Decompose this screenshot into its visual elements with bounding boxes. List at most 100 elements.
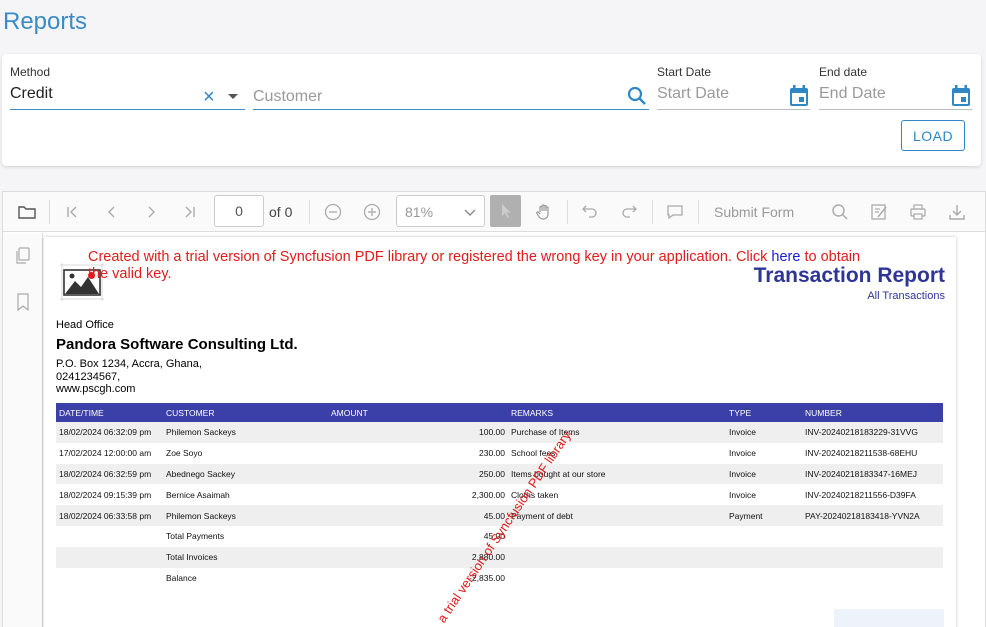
table-row: 18/02/2024 06:32:59 pm Abednego Sackey 2… xyxy=(56,463,943,485)
table-cell: 18/02/2024 06:32:09 pm xyxy=(56,422,163,443)
table-row: 18/02/2024 06:32:09 pm Philemon Sackeys … xyxy=(56,422,943,443)
start-date-underline xyxy=(657,109,810,110)
table-cell: Invoice xyxy=(729,448,756,459)
company-block: Head Office Pandora Software Consulting … xyxy=(56,319,298,396)
chevron-down-icon xyxy=(464,205,476,221)
calendar-icon[interactable] xyxy=(789,85,809,112)
table-cell: 100.00 xyxy=(328,422,508,443)
total-pages-label: of 0 xyxy=(269,204,293,220)
end-date-field[interactable]: End date End Date xyxy=(819,65,972,111)
zoom-select[interactable]: 81% xyxy=(396,195,485,227)
trial-notice: Created with a trial version of Syncfusi… xyxy=(88,249,868,283)
toolbar-divider xyxy=(652,200,653,224)
customer-field[interactable]: Customer xyxy=(253,65,649,111)
pdf-page: Created with a trial version of Syncfusi… xyxy=(44,237,956,627)
load-button[interactable]: LOAD xyxy=(901,120,965,151)
text-select-tool-icon[interactable] xyxy=(490,195,521,227)
table-cell: Invoice xyxy=(726,463,802,485)
table-cell: INV-20240218183347-16MEJ xyxy=(802,463,943,485)
customer-underline xyxy=(253,109,649,110)
report-subtitle: All Transactions xyxy=(867,290,945,302)
table-cell: Cloths taken xyxy=(511,489,559,500)
table-cell: Purchase of Items xyxy=(508,422,726,443)
trial-notice-link[interactable]: here xyxy=(771,249,800,265)
filter-panel: Method Credit × Customer Start Date Star… xyxy=(2,54,981,166)
zoom-value: 81% xyxy=(405,204,434,220)
clear-icon[interactable]: × xyxy=(203,87,215,107)
calendar-icon[interactable] xyxy=(951,85,971,112)
zoom-in-icon[interactable] xyxy=(361,201,383,223)
toolbar-divider xyxy=(309,200,310,224)
table-cell: Zoe Soyo xyxy=(166,448,203,459)
zoom-out-icon[interactable] xyxy=(322,201,344,223)
report-title: Transaction Report xyxy=(753,264,945,287)
head-office-label: Head Office xyxy=(56,319,114,331)
download-icon[interactable] xyxy=(946,201,968,223)
table-cell: 230.00 xyxy=(479,448,505,459)
print-icon[interactable] xyxy=(907,201,929,223)
search-icon[interactable] xyxy=(626,85,648,112)
table-cell: Invoice xyxy=(726,422,802,443)
redo-icon[interactable] xyxy=(618,201,640,223)
start-date-field[interactable]: Start Date Start Date xyxy=(657,65,810,111)
pdf-toolbar: 0 of 0 81% Submit Form xyxy=(3,192,985,232)
company-name: Pandora Software Consulting Ltd. xyxy=(56,336,298,353)
column-header: REMARKS xyxy=(508,403,726,422)
table-cell: 18/02/2024 09:15:39 pm xyxy=(59,489,152,500)
page-thumbnails-icon[interactable] xyxy=(12,245,34,267)
end-date-underline xyxy=(819,109,972,110)
table-cell: Invoice xyxy=(729,489,756,500)
toolbar-divider xyxy=(49,200,50,224)
table-cell: 18/02/2024 06:33:58 pm xyxy=(56,505,163,526)
method-select[interactable]: Method Credit × xyxy=(10,65,245,111)
previous-page-icon[interactable] xyxy=(101,201,123,223)
method-underline xyxy=(10,109,245,110)
transactions-table: DATE/TIME CUSTOMER AMOUNT REMARKS TYPE N… xyxy=(56,403,943,588)
column-header: DATE/TIME xyxy=(56,403,163,422)
current-page-input[interactable]: 0 xyxy=(214,195,264,227)
customer-input[interactable]: Customer xyxy=(253,88,322,106)
annotation-icon[interactable] xyxy=(868,201,890,223)
address-line: P.O. Box 1234, Accra, Ghana, xyxy=(56,358,202,370)
method-label: Method xyxy=(10,65,51,79)
summary-label: Total Invoices xyxy=(163,546,328,568)
end-date-input[interactable]: End Date xyxy=(819,85,886,103)
comment-icon[interactable] xyxy=(664,201,686,223)
table-cell: 2,300.00 xyxy=(471,489,505,500)
table-cell: Abednego Sackey xyxy=(163,463,328,485)
start-date-label: Start Date xyxy=(657,65,712,79)
table-cell: 45.00 xyxy=(328,505,508,526)
page-title: Reports xyxy=(3,8,88,35)
search-icon[interactable] xyxy=(829,201,851,223)
column-header: TYPE xyxy=(726,403,802,422)
summary-value: 45.00 xyxy=(483,531,505,542)
first-page-icon[interactable] xyxy=(61,201,83,223)
trial-notice-text: Created with a trial version of Syncfusi… xyxy=(88,249,772,265)
website-line: www.pscgh.com xyxy=(56,383,136,395)
column-header: AMOUNT xyxy=(328,403,508,422)
start-date-input[interactable]: Start Date xyxy=(657,85,729,103)
open-folder-icon[interactable] xyxy=(16,201,38,223)
end-date-label: End date xyxy=(819,65,868,79)
chevron-down-icon[interactable] xyxy=(228,94,238,99)
table-header-row: DATE/TIME CUSTOMER AMOUNT REMARKS TYPE N… xyxy=(56,403,943,422)
pan-tool-icon[interactable] xyxy=(533,201,555,223)
summary-label: Balance xyxy=(166,572,197,583)
last-page-icon[interactable] xyxy=(179,201,201,223)
column-header: CUSTOMER xyxy=(163,403,328,422)
table-cell: Philemon Sackeys xyxy=(163,422,328,443)
footer-box xyxy=(834,609,944,627)
table-cell: 17/02/2024 12:00:00 am xyxy=(59,448,152,459)
table-cell: INV-20240218211556-D39FA xyxy=(805,489,916,500)
next-page-icon[interactable] xyxy=(140,201,162,223)
toolbar-divider xyxy=(698,200,699,224)
summary-row: Balance -2,835.00 xyxy=(56,568,943,589)
bookmark-icon[interactable] xyxy=(12,291,34,313)
pdf-viewer: 0 of 0 81% Submit Form Created with a tr… xyxy=(2,191,986,627)
summary-row: Total Invoices 2,880.00 xyxy=(56,546,943,568)
table-cell: Payment xyxy=(726,505,802,526)
column-header: NUMBER xyxy=(802,403,943,422)
undo-icon[interactable] xyxy=(579,201,601,223)
submit-form-button[interactable]: Submit Form xyxy=(714,204,794,220)
table-cell: Payment of debt xyxy=(508,505,726,526)
